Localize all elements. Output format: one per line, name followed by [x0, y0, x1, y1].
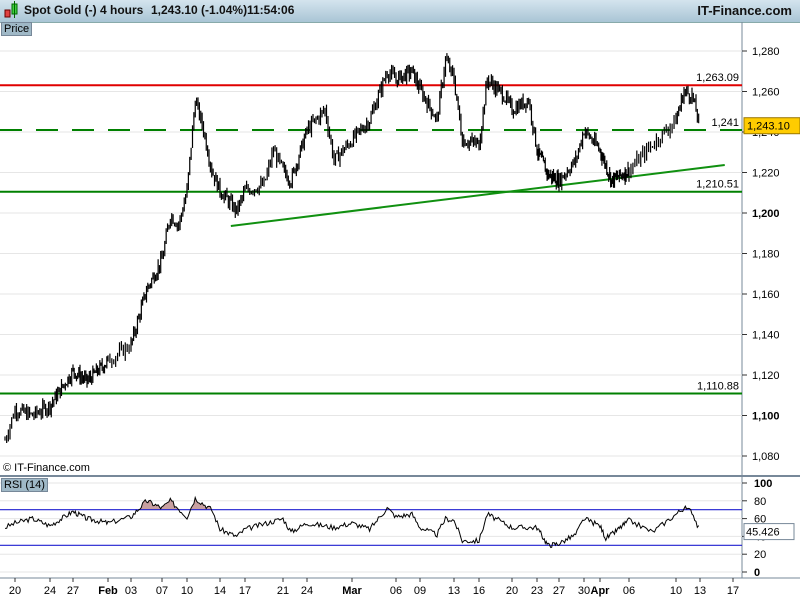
rsi-y-tick-label: 100 — [754, 478, 772, 490]
y-tick-label: 1,220 — [752, 168, 780, 180]
rsi-y-tick-label: 20 — [754, 549, 766, 561]
x-tick-label: 27 — [553, 585, 565, 597]
x-tick-label: Apr — [591, 585, 611, 597]
y-tick-label: 1,200 — [752, 208, 780, 220]
x-tick-label: 24 — [44, 585, 56, 597]
y-tick-label: 1,100 — [752, 411, 780, 423]
x-tick-label: Mar — [342, 585, 362, 597]
level-label: 1,241 — [711, 117, 739, 129]
x-tick-label: 20 — [9, 585, 21, 597]
x-tick-label: 24 — [301, 585, 313, 597]
last-price-label: 1,243.10 — [747, 121, 790, 133]
x-tick-label: 10 — [181, 585, 193, 597]
rsi-y-tick-label: 80 — [754, 496, 766, 508]
y-tick-label: 1,180 — [752, 249, 780, 261]
level-label: 1,210.51 — [696, 179, 739, 191]
y-tick-label: 1,160 — [752, 289, 780, 301]
y-tick-label: 1,260 — [752, 87, 780, 99]
x-tick-label: 03 — [125, 585, 137, 597]
x-tick-label: 10 — [670, 585, 682, 597]
x-tick-label: Feb — [98, 585, 118, 597]
y-tick-label: 1,120 — [752, 370, 780, 382]
x-tick-label: 06 — [390, 585, 402, 597]
x-tick-label: 09 — [414, 585, 426, 597]
rsi-y-tick-label: 0 — [754, 567, 760, 579]
rsi-panel-label: RSI (14) — [1, 478, 48, 492]
price-panel-label: Price — [1, 22, 33, 36]
x-tick-label: 16 — [473, 585, 485, 597]
chart-canvas[interactable]: 1,080 1,100 1,120 1,140 1,160 1,180 1,200 1,220… — [0, 0, 800, 600]
x-tick-label: 20 — [506, 585, 518, 597]
level-label: 1,110.88 — [697, 380, 739, 392]
x-tick-label: 13 — [694, 585, 706, 597]
trendline — [230, 164, 725, 227]
x-tick-label: 30 — [578, 585, 590, 597]
copyright: © IT-Finance.com — [3, 462, 90, 474]
level-label: 1,263.09 — [696, 72, 739, 84]
x-tick-label: 07 — [156, 585, 168, 597]
x-tick-label: 23 — [531, 585, 543, 597]
x-tick-label: 13 — [448, 585, 460, 597]
y-tick-label: 1,080 — [752, 451, 780, 463]
rsi-line — [4, 495, 700, 549]
y-tick-label: 1,280 — [752, 46, 780, 58]
x-tick-label: 17 — [727, 585, 739, 597]
x-tick-label: 21 — [277, 585, 289, 597]
x-tick-label: 06 — [623, 585, 635, 597]
y-tick-label: 1,140 — [752, 330, 780, 342]
x-tick-label: 14 — [214, 585, 226, 597]
x-tick-label: 27 — [67, 585, 79, 597]
x-tick-label: 17 — [239, 585, 251, 597]
rsi-value-label: 45.426 — [746, 527, 780, 539]
